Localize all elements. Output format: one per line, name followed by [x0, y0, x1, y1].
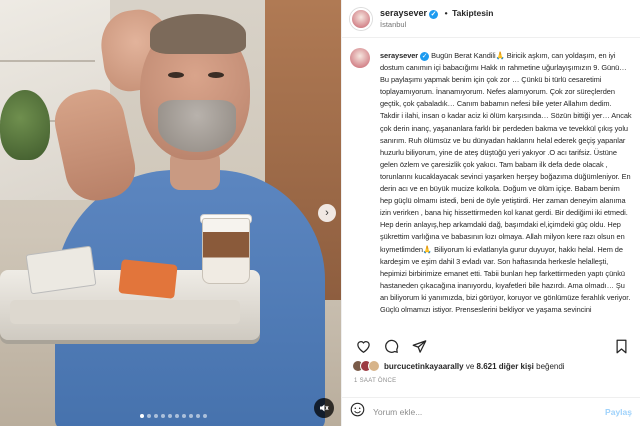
chevron-right-icon[interactable]: › — [318, 204, 336, 222]
carousel-dot[interactable] — [161, 414, 165, 418]
liker-username[interactable]: burcucetinkayaarally — [384, 362, 464, 371]
plant — [0, 90, 50, 160]
carousel-dot[interactable] — [175, 414, 179, 418]
carousel-dot[interactable] — [203, 414, 207, 418]
comment-icon-glyph — [384, 339, 398, 353]
share-icon-glyph — [412, 339, 426, 353]
action-bar — [354, 338, 630, 354]
bookmark-icon[interactable] — [612, 338, 630, 354]
avatar[interactable] — [350, 7, 372, 30]
carousel-dots — [140, 414, 207, 418]
likes-row: burcucetinkayaarally ve 8.621 diğer kişi… — [352, 360, 632, 372]
bookmark-icon-glyph — [616, 339, 626, 353]
header-text: seraysever ✓ • Takiptesin İstanbul — [372, 8, 494, 28]
likes-connector: ve — [463, 361, 477, 371]
likes-text: burcucetinkayaarally ve 8.621 diğer kişi… — [384, 362, 565, 371]
caption-username[interactable]: seraysever — [380, 51, 418, 60]
mute-icon[interactable] — [314, 398, 334, 418]
carousel-dot[interactable] — [182, 414, 186, 418]
caption-avatar[interactable] — [350, 48, 370, 68]
carousel-dot[interactable] — [168, 414, 172, 418]
comment-icon[interactable] — [382, 338, 400, 354]
verified-badge-icon: ✓ — [429, 9, 439, 19]
emoji-icon-glyph — [350, 402, 365, 417]
right-eye — [208, 72, 224, 78]
left-eye — [168, 72, 184, 78]
header-username[interactable]: seraysever — [380, 8, 427, 18]
post-timestamp[interactable]: 1 SAAT ÖNCE — [354, 378, 396, 384]
heart-icon-glyph — [356, 341, 370, 353]
carousel-dot[interactable] — [189, 414, 193, 418]
following-button[interactable]: Takiptesin — [452, 8, 493, 18]
verified-badge-icon: ✓ — [420, 51, 430, 61]
carousel-dot[interactable] — [196, 414, 200, 418]
liker-avatar[interactable] — [368, 360, 380, 372]
window-frame — [0, 60, 95, 62]
share-icon[interactable] — [410, 338, 428, 354]
beard — [158, 100, 236, 152]
follow-separator: • — [444, 8, 448, 19]
caption-text: Bugün Berat Kandili🙏 Biricik aşkım, can … — [380, 51, 632, 314]
table-tray — [10, 300, 240, 324]
post-side-panel: seraysever ✓ • Takiptesin İstanbul serays… — [341, 0, 640, 426]
header-username-row: seraysever ✓ • Takiptesin — [380, 8, 494, 19]
carousel-dot[interactable] — [140, 414, 144, 418]
emoji-icon[interactable] — [350, 402, 365, 422]
caption-body: seraysever ✓ Bugün Berat Kandili🙏 Biricik… — [380, 50, 632, 316]
orange-box — [118, 259, 178, 299]
post-comment-button[interactable]: Paylaş — [605, 407, 632, 417]
carousel-dot[interactable] — [154, 414, 158, 418]
caption: seraysever ✓ Bugün Berat Kandili🙏 Biricik… — [350, 48, 632, 331]
post-location[interactable]: İstanbul — [380, 20, 494, 29]
carousel-dot[interactable] — [147, 414, 151, 418]
post-media[interactable]: › — [0, 0, 341, 426]
instagram-post: › seraysever ✓ • Takiptesin İstanbul ser… — [0, 0, 640, 426]
heart-icon[interactable] — [354, 338, 372, 354]
hair — [150, 14, 246, 54]
post-header: seraysever ✓ • Takiptesin İstanbul — [342, 0, 640, 38]
mute-icon-glyph — [320, 404, 329, 412]
coffee-cup — [202, 218, 250, 284]
comment-bar: Paylaş — [342, 397, 640, 426]
comment-input[interactable] — [373, 407, 606, 417]
likes-suffix: beğendi — [533, 361, 565, 371]
others-count[interactable]: 8.621 diğer kişi — [477, 362, 534, 371]
